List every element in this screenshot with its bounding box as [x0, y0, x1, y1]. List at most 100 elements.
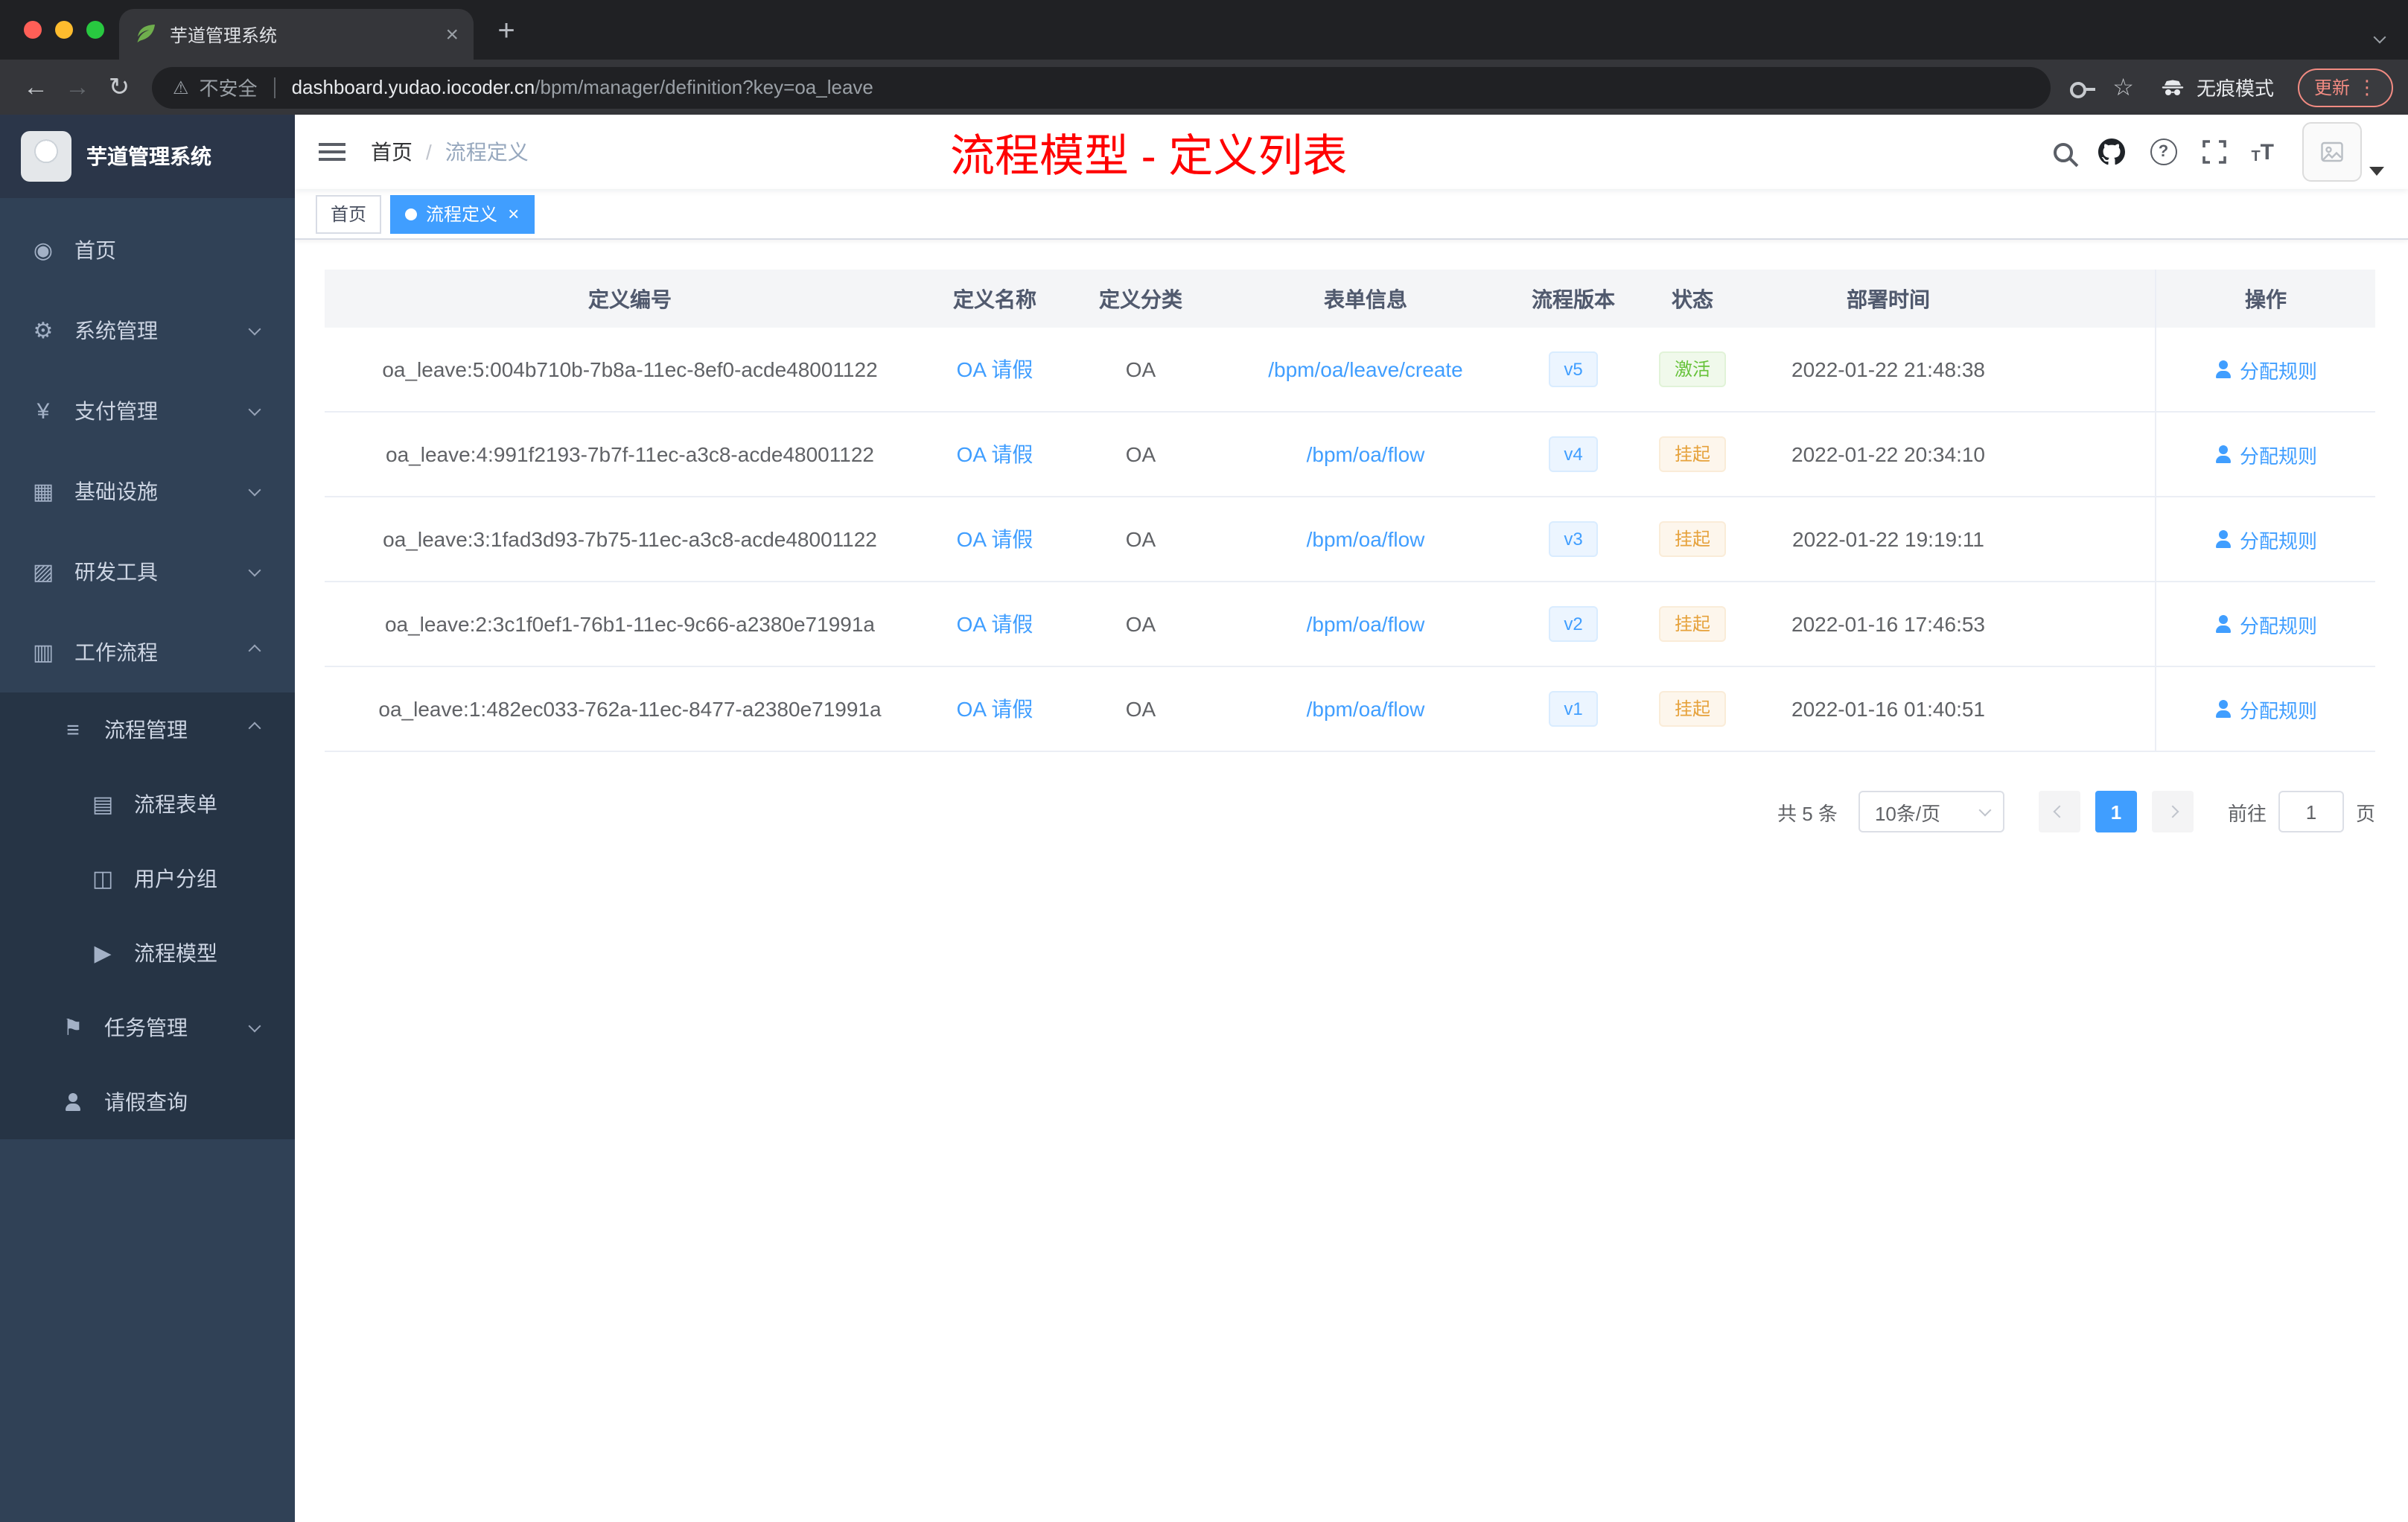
main-area: 首页 / 流程定义 流程模型 - 定义列表 ? TT 首页 流程定义 × 定义编…	[295, 115, 2408, 1522]
cell-deploy-time: 2022-01-16 01:40:51	[1791, 697, 1985, 721]
address-bar[interactable]: ⚠ 不安全 dashboard.yudao.iocoder.cn/bpm/man…	[152, 66, 2051, 108]
cell-definition-name[interactable]: OA 请假	[935, 667, 1054, 751]
github-icon[interactable]	[2098, 138, 2125, 165]
cell-definition-name[interactable]: OA 请假	[935, 582, 1054, 666]
cell-definition-name[interactable]: OA 请假	[935, 497, 1054, 581]
chevron-down-icon	[1978, 803, 1992, 817]
cell-definition-name[interactable]: OA 请假	[935, 328, 1054, 411]
reload-button[interactable]: ↻	[98, 66, 140, 108]
workflow-icon: ▥	[32, 640, 54, 666]
sidebar-item-devtools[interactable]: ▨ 研发工具	[0, 532, 295, 612]
sidebar-item-process-mgmt[interactable]: ≡ 流程管理	[0, 692, 295, 767]
goto-page-input[interactable]	[2278, 791, 2344, 832]
current-page-button[interactable]: 1	[2095, 791, 2137, 832]
security-warning-icon: ⚠	[173, 77, 189, 98]
cell-deploy-time: 2022-01-22 19:19:11	[1792, 527, 1984, 551]
page-size-select[interactable]: 10条/页	[1858, 791, 2004, 832]
cell-definition-id: oa_leave:2:3c1f0ef1-76b1-11ec-9c66-a2380…	[384, 612, 875, 636]
pagination: 共 5 条 10条/页 1 前往 页	[325, 791, 2375, 832]
browser-toolbar: ← → ↻ ⚠ 不安全 dashboard.yudao.iocoder.cn/b…	[0, 60, 2408, 115]
breadcrumb-home[interactable]: 首页	[371, 137, 413, 167]
pagination-goto: 前往 页	[2228, 791, 2375, 832]
infra-icon: ▦	[32, 480, 54, 505]
sidebar-item-system[interactable]: ⚙ 系统管理	[0, 290, 295, 371]
cell-definition-id: oa_leave:5:004b710b-7b8a-11ec-8ef0-acde4…	[382, 357, 878, 381]
cell-filler	[2034, 582, 2155, 666]
breadcrumb: 首页 / 流程定义	[371, 137, 529, 167]
sidebar-item-user-group[interactable]: ◫ 用户分组	[0, 841, 295, 916]
sidebar-item-home[interactable]: ◉ 首页	[0, 210, 295, 290]
user-icon	[2214, 445, 2232, 463]
tab-strip: 芋道管理系统 × +	[0, 0, 2408, 60]
tab-search-chevron-icon[interactable]	[2373, 22, 2386, 49]
assign-rule-link[interactable]: 分配规则	[2214, 440, 2317, 468]
update-browser-button[interactable]: 更新 ⋮	[2297, 68, 2393, 106]
sidebar-item-process-model[interactable]: ▶ 流程模型	[0, 916, 295, 990]
password-key-icon[interactable]	[2069, 75, 2095, 99]
sidebar-item-payment[interactable]: ¥ 支付管理	[0, 371, 295, 451]
definition-table: 定义编号 定义名称 定义分类 表单信息 流程版本 状态 部署时间 操作 oa_l…	[325, 270, 2375, 752]
hamburger-icon[interactable]	[319, 141, 345, 163]
tag-home[interactable]: 首页	[316, 194, 382, 233]
status-tag: 挂起	[1659, 606, 1725, 642]
assign-rule-link[interactable]: 分配规则	[2214, 610, 2317, 638]
cell-category: OA	[1125, 442, 1156, 466]
cell-form-link[interactable]: /bpm/oa/flow	[1307, 527, 1425, 551]
user-icon	[2214, 360, 2232, 378]
sidebar-item-leave-query[interactable]: 请假查询	[0, 1065, 295, 1139]
sidebar-item-process-form[interactable]: ▤ 流程表单	[0, 767, 295, 841]
cell-form-link[interactable]: /bpm/oa/flow	[1307, 697, 1425, 721]
col-filler	[2034, 270, 2155, 328]
tag-close-icon[interactable]: ×	[508, 204, 519, 223]
fullscreen-icon[interactable]	[2202, 140, 2226, 164]
window-controls	[24, 21, 104, 39]
cell-definition-name[interactable]: OA 请假	[935, 413, 1054, 496]
status-tag: 挂起	[1659, 691, 1725, 727]
tab-close-icon[interactable]: ×	[445, 23, 459, 45]
user-icon	[2214, 530, 2232, 548]
sidebar-item-workflow[interactable]: ▥ 工作流程	[0, 612, 295, 692]
search-icon[interactable]	[2053, 142, 2073, 162]
close-window-button[interactable]	[24, 21, 42, 39]
minimize-window-button[interactable]	[55, 21, 73, 39]
assign-rule-link[interactable]: 分配规则	[2214, 355, 2317, 383]
cell-form-link[interactable]: /bpm/oa/leave/create	[1268, 357, 1463, 381]
user-menu[interactable]	[2302, 122, 2384, 182]
group-icon: ◫	[92, 867, 114, 892]
user-menu-caret-icon[interactable]	[2369, 167, 2384, 176]
font-size-icon[interactable]: TT	[2251, 139, 2274, 165]
sidebar-item-task-mgmt[interactable]: ⚑ 任务管理	[0, 990, 295, 1065]
status-tag: 挂起	[1659, 521, 1725, 557]
breadcrumb-separator: /	[426, 140, 432, 164]
task-icon: ⚑	[63, 1016, 83, 1041]
prev-page-button[interactable]	[2038, 791, 2080, 832]
avatar[interactable]	[2302, 122, 2362, 182]
browser-tab[interactable]: 芋道管理系统 ×	[119, 9, 474, 60]
col-deploy-time: 部署时间	[1847, 287, 1930, 311]
cell-form-link[interactable]: /bpm/oa/flow	[1307, 612, 1425, 636]
forward-button[interactable]: →	[57, 66, 98, 108]
browser-menu-icon[interactable]: ⋮	[2357, 77, 2377, 97]
chevron-icon	[248, 564, 261, 577]
help-icon[interactable]: ?	[2150, 138, 2177, 165]
bookmark-star-icon[interactable]: ☆	[2112, 72, 2134, 102]
assign-rule-link[interactable]: 分配规则	[2214, 525, 2317, 553]
table-row: oa_leave:2:3c1f0ef1-76b1-11ec-9c66-a2380…	[325, 582, 2375, 667]
cell-definition-id: oa_leave:3:1fad3d93-7b75-11ec-a3c8-acde4…	[383, 527, 877, 551]
col-category: 定义分类	[1099, 287, 1182, 311]
assign-rule-link[interactable]: 分配规则	[2214, 695, 2317, 723]
sidebar-item-infra[interactable]: ▦ 基础设施	[0, 451, 295, 532]
chevron-icon	[248, 644, 261, 657]
send-icon: ▶	[94, 941, 112, 967]
tag-process-definition[interactable]: 流程定义 ×	[390, 194, 535, 233]
cell-category: OA	[1125, 527, 1156, 551]
cell-deploy-time: 2022-01-22 21:48:38	[1791, 357, 1985, 381]
cell-definition-id: oa_leave:4:991f2193-7b7f-11ec-a3c8-acde4…	[386, 442, 874, 466]
cell-form-link[interactable]: /bpm/oa/flow	[1307, 442, 1425, 466]
zoom-window-button[interactable]	[86, 21, 104, 39]
next-page-button[interactable]	[2151, 791, 2194, 832]
table-body: oa_leave:5:004b710b-7b8a-11ec-8ef0-acde4…	[325, 328, 2375, 752]
back-button[interactable]: ←	[15, 66, 57, 108]
table-header: 定义编号 定义名称 定义分类 表单信息 流程版本 状态 部署时间 操作	[325, 270, 2375, 328]
new-tab-button[interactable]: +	[485, 10, 527, 52]
